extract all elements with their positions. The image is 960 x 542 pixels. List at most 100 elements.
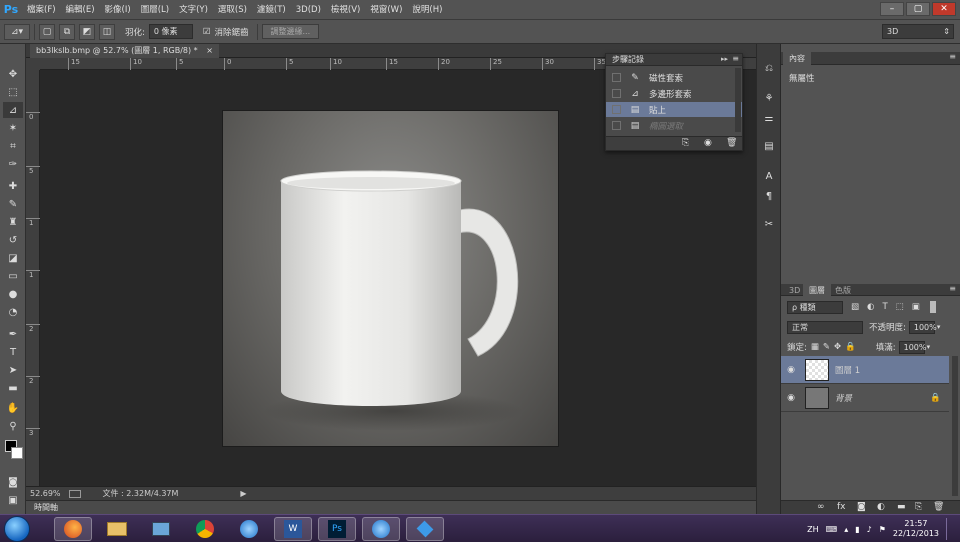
new-snapshot-icon[interactable]: ◉ [704, 138, 712, 148]
menu-3d[interactable]: 3D(D) [291, 0, 326, 20]
polygonal-lasso-preset-icon[interactable]: ⊿▾ [4, 23, 30, 40]
panel-menu-icon[interactable]: ≡ [949, 52, 956, 61]
menu-file[interactable]: 檔案(F) [22, 0, 61, 20]
network-icon[interactable]: ▮ [855, 525, 859, 534]
link-layers-icon[interactable]: ∞ [817, 502, 825, 512]
layer-kind-select[interactable]: ρ 種類 [787, 300, 843, 314]
minimize-button[interactable]: – [880, 2, 904, 16]
photo-viewer-taskbar-icon[interactable] [142, 517, 180, 541]
eye-icon[interactable]: ◉ [781, 393, 801, 403]
menu-filter[interactable]: 濾鏡(T) [252, 0, 291, 20]
close-button[interactable]: ✕ [932, 2, 956, 16]
document-tab[interactable]: bb3lkslb.bmp @ 52.7% (圖層 1, RGB/8) * × [30, 44, 219, 58]
zoom-level[interactable]: 52.69% [30, 489, 61, 498]
maximize-button[interactable]: ▢ [906, 2, 930, 16]
file-explorer-taskbar-icon[interactable] [98, 517, 136, 541]
trash-icon[interactable]: 🗑 [726, 138, 737, 148]
layer-row[interactable]: ◉ 背景 🔒 [781, 384, 949, 412]
filter-smart-object-icon[interactable]: ▣ [912, 302, 920, 312]
intersect-selection-icon[interactable]: ◫ [99, 23, 115, 40]
layers-scrollbar[interactable] [952, 356, 958, 496]
dropbox-taskbar-icon[interactable] [406, 517, 444, 541]
antialias-checkbox-icon[interactable]: ☑ [203, 27, 211, 37]
quick-mask-icon[interactable]: ◙ [3, 474, 23, 490]
panel-menu-icon[interactable]: ≡ [732, 54, 739, 63]
paragraph-styles-icon[interactable]: ▤ [761, 138, 777, 154]
start-button[interactable] [4, 516, 30, 542]
show-desktop-button[interactable] [946, 518, 954, 540]
refine-edge-button[interactable]: 調整邊緣... [261, 24, 320, 39]
marquee-tool-icon[interactable]: ⬚ [3, 84, 23, 100]
menu-image[interactable]: 影像(I) [100, 0, 136, 20]
menu-select[interactable]: 選取(S) [213, 0, 252, 20]
menu-layer[interactable]: 圖層(L) [136, 0, 174, 20]
panel-menu-icon[interactable]: ≡ [949, 284, 956, 293]
chevron-down-icon[interactable]: ▾ [937, 323, 941, 331]
subtract-selection-icon[interactable]: ◩ [79, 23, 95, 40]
new-selection-icon[interactable]: ▢ [39, 23, 55, 40]
layer-name[interactable]: 圖層 1 [835, 364, 860, 376]
clone-stamp-tool-icon[interactable]: ♜ [3, 214, 23, 230]
fill-input[interactable]: 100% [898, 340, 927, 354]
word-taskbar-icon[interactable]: W [274, 517, 312, 541]
close-icon[interactable]: × [206, 46, 213, 55]
history-item[interactable]: ✎ 磁性套索 [606, 70, 742, 85]
filter-type-icon[interactable]: T [882, 302, 887, 312]
layer-name[interactable]: 背景 [835, 392, 852, 404]
history-item[interactable]: ▤ 貼上 [606, 102, 742, 117]
adjustment-layer-icon[interactable]: ◐ [877, 502, 885, 512]
filter-shape-icon[interactable]: ⬚ [896, 302, 904, 312]
menu-window[interactable]: 視窗(W) [365, 0, 407, 20]
hand-tool-icon[interactable]: ✋ [3, 400, 23, 416]
history-panel-icon[interactable]: ⎌ [761, 60, 777, 76]
history-item[interactable]: ⊿ 多邊形套索 [606, 86, 742, 101]
blend-mode-select[interactable]: 正常 [787, 320, 863, 334]
chevron-down-icon[interactable]: ▾ [927, 343, 931, 351]
eye-icon[interactable]: ◉ [781, 365, 801, 375]
menu-edit[interactable]: 編輯(E) [61, 0, 100, 20]
healing-brush-tool-icon[interactable]: ✚ [3, 178, 23, 194]
screen-mode-icon[interactable]: ▣ [3, 492, 23, 508]
add-to-selection-icon[interactable]: ⧉ [59, 23, 75, 40]
magic-wand-tool-icon[interactable]: ✶ [3, 120, 23, 136]
history-source-checkbox[interactable] [612, 73, 621, 82]
new-layer-icon[interactable]: ⎘ [915, 502, 922, 512]
history-scrollbar[interactable] [735, 68, 741, 132]
history-source-checkbox[interactable] [612, 105, 621, 114]
collapse-icon[interactable]: ▸▸ [721, 55, 728, 63]
menu-view[interactable]: 檢視(V) [326, 0, 365, 20]
lasso-tool-icon[interactable]: ⊿ [3, 102, 23, 118]
status-menu-icon[interactable]: ▶ [240, 489, 246, 498]
workspace-select[interactable]: 3D ⇕ [882, 24, 954, 39]
tab-properties[interactable]: 內容 [783, 52, 811, 65]
opacity-input[interactable]: 100% [908, 320, 937, 334]
tool-presets-icon[interactable]: ✂ [761, 216, 777, 232]
layer-style-icon[interactable]: fx [837, 502, 846, 512]
language-indicator[interactable]: ZH [807, 525, 819, 534]
history-item[interactable]: ▤ 橢圓選取 [606, 118, 742, 133]
photoshop-taskbar-icon[interactable]: Ps [318, 517, 356, 541]
adjustments-icon[interactable]: ⚘ [761, 90, 777, 106]
history-source-checkbox[interactable] [612, 121, 621, 130]
document-image[interactable] [223, 111, 558, 446]
filter-adjustment-icon[interactable]: ◐ [867, 302, 874, 312]
itunes-taskbar-icon[interactable] [230, 517, 268, 541]
keyboard-icon[interactable]: ⌨ [826, 525, 838, 534]
dodge-tool-icon[interactable]: ◔ [3, 304, 23, 320]
tab-channels[interactable]: 色版 [829, 284, 857, 297]
lock-transparent-icon[interactable]: ▦ [811, 342, 819, 352]
filter-toggle[interactable] [929, 301, 936, 313]
eraser-tool-icon[interactable]: ◪ [3, 250, 23, 266]
properties-icon[interactable]: ⚌ [761, 110, 777, 126]
lock-position-icon[interactable]: ✥ [834, 342, 841, 352]
timeline-label[interactable]: 時間軸 [34, 501, 58, 515]
firefox-taskbar-icon[interactable] [54, 517, 92, 541]
path-selection-tool-icon[interactable]: ➤ [3, 362, 23, 378]
crop-tool-icon[interactable]: ⌗ [3, 138, 23, 154]
lock-all-icon[interactable]: 🔒 [845, 342, 856, 352]
paragraph-icon[interactable]: ¶ [761, 188, 777, 204]
zoom-tool-icon[interactable]: ⚲ [3, 418, 23, 434]
move-tool-icon[interactable]: ✥ [3, 66, 23, 82]
eyedropper-tool-icon[interactable]: ✑ [3, 156, 23, 172]
feather-input[interactable]: 0 像素 [148, 24, 193, 39]
